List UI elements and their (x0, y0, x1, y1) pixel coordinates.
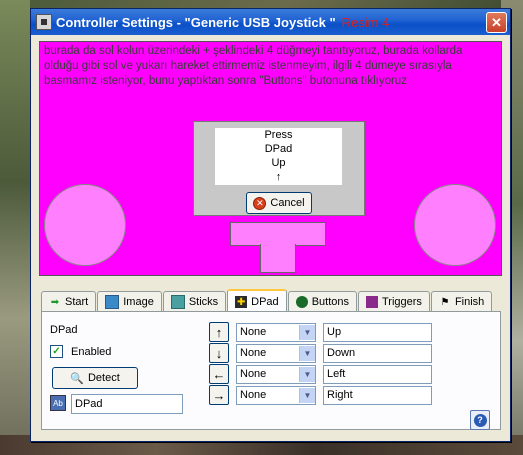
close-button[interactable]: ✕ (486, 12, 507, 33)
prompt-line-press: Press (264, 129, 293, 141)
joystick-app-icon (36, 14, 52, 30)
help-icon: ? (473, 413, 487, 427)
mapping-row-down: ↓ None ▼ Down (209, 343, 432, 363)
image-icon (105, 295, 120, 309)
rename-icon: Ab (50, 395, 66, 411)
arrow-right-icon: ➡ (50, 296, 60, 308)
down-binding-select[interactable]: None ▼ (236, 343, 316, 363)
left-name-field[interactable]: Left (323, 364, 432, 384)
press-prompt-dialog: Press DPad Up ↑ ✕ Cancel (193, 121, 365, 216)
tab-triggers[interactable]: Triggers (358, 291, 430, 312)
tab-triggers-label: Triggers (382, 296, 422, 308)
tab-finish[interactable]: ⚑ Finish (430, 291, 493, 312)
controller-center-bar (230, 222, 326, 246)
up-arrow-icon: ↑ (275, 171, 282, 183)
down-arrow-button[interactable]: ↓ (209, 343, 229, 363)
right-arrow-button[interactable]: → (209, 385, 229, 405)
dpad-name-field[interactable]: DPad (71, 394, 183, 414)
enabled-row: ✓ Enabled (50, 345, 111, 358)
dpad-section-label: DPad (50, 324, 78, 336)
tab-buttons-label: Buttons (311, 296, 349, 308)
magnifier-icon: 🔍 (70, 372, 84, 385)
left-binding-select[interactable]: None ▼ (236, 364, 316, 384)
chevron-down-icon: ▼ (299, 324, 315, 340)
up-name-field[interactable]: Up (323, 322, 432, 342)
right-select-value: None (240, 389, 267, 401)
prompt-message: Press DPad Up ↑ (215, 128, 342, 185)
left-stick-circle (44, 184, 126, 266)
tab-strip: ➡ Start Image Sticks ✚ DPad Buttons Trig… (41, 289, 501, 313)
prompt-line-dpad: DPad (264, 143, 293, 155)
cancel-icon: ✕ (253, 196, 267, 210)
detect-label: Detect (87, 372, 120, 384)
controller-settings-window: Controller Settings - "Generic USB Joyst… (30, 8, 511, 442)
help-button[interactable]: ? (470, 410, 490, 430)
tab-sticks[interactable]: Sticks (162, 291, 227, 312)
finish-flag-icon: ⚑ (440, 296, 450, 308)
mapping-row-up: ↑ None ▼ Up (209, 322, 432, 342)
tab-finish-label: Finish (454, 296, 485, 308)
background-photo-left (0, 0, 30, 455)
title-bar[interactable]: Controller Settings - "Generic USB Joyst… (31, 9, 510, 35)
dpad-tab-panel: DPad ✓ Enabled 🔍 Detect Ab DPad ↑ None ▼… (41, 311, 501, 430)
mapping-row-right: → None ▼ Right (209, 385, 432, 405)
right-binding-select[interactable]: None ▼ (236, 385, 316, 405)
cancel-button[interactable]: ✕ Cancel (246, 192, 312, 214)
chevron-down-icon: ▼ (299, 366, 315, 382)
left-arrow-button[interactable]: ← (209, 364, 229, 384)
detect-button[interactable]: 🔍 Detect (52, 367, 138, 389)
triggers-icon (366, 296, 378, 308)
prompt-line-direction: Up (271, 157, 286, 169)
tab-start-label: Start (65, 296, 89, 308)
up-select-value: None (240, 326, 267, 338)
right-name-field[interactable]: Right (323, 385, 432, 405)
resim-label: Resim 4 (341, 14, 390, 30)
tab-image[interactable]: Image (97, 291, 162, 312)
down-select-value: None (240, 347, 267, 359)
tab-dpad-label: DPad (251, 296, 279, 308)
window-title: Controller Settings - "Generic USB Joyst… (56, 14, 336, 30)
up-arrow-button[interactable]: ↑ (209, 322, 229, 342)
buttons-icon (295, 296, 308, 308)
close-icon: ✕ (491, 14, 502, 30)
down-name-field[interactable]: Down (323, 343, 432, 363)
tab-image-label: Image (123, 296, 154, 308)
tab-sticks-label: Sticks (188, 296, 219, 308)
controller-center-stem (260, 244, 296, 273)
cancel-label: Cancel (270, 197, 305, 209)
up-binding-select[interactable]: None ▼ (236, 322, 316, 342)
chevron-down-icon: ▼ (299, 345, 315, 361)
tab-buttons[interactable]: Buttons (287, 291, 357, 312)
tab-start[interactable]: ➡ Start (41, 291, 97, 312)
sticks-icon (170, 295, 185, 309)
mapping-row-left: ← None ▼ Left (209, 364, 432, 384)
enabled-label: Enabled (71, 345, 112, 358)
tab-dpad[interactable]: ✚ DPad (227, 289, 287, 313)
left-select-value: None (240, 368, 267, 380)
instruction-text: burada da sol kolun üzerindeki + şeklind… (44, 45, 463, 87)
dpad-icon: ✚ (235, 296, 248, 308)
controller-preview-panel: burada da sol kolun üzerindeki + şeklind… (39, 41, 502, 276)
right-stick-circle (414, 184, 496, 266)
chevron-down-icon: ▼ (299, 387, 315, 403)
enabled-checkbox[interactable]: ✓ (50, 345, 63, 358)
